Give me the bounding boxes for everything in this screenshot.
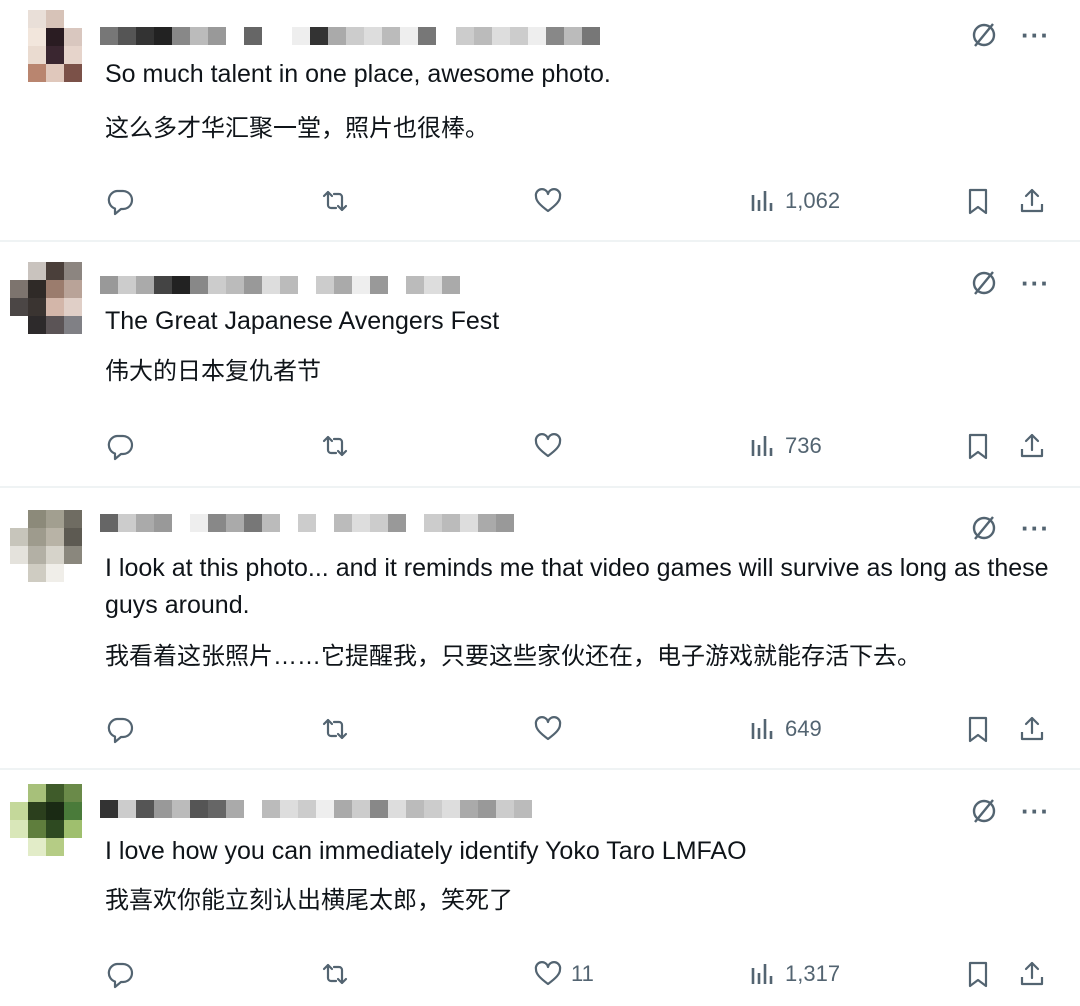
views-button[interactable]: 736 — [747, 426, 822, 466]
reply-button[interactable] — [105, 709, 135, 749]
post-top-controls: ··· — [969, 268, 1050, 298]
repost-icon — [320, 431, 350, 461]
post-text: So much talent in one place, awesome pho… — [105, 60, 611, 88]
reply-post[interactable]: ··· I look at this photo... and it remin… — [0, 488, 1080, 768]
like-button[interactable]: 11 — [533, 954, 594, 994]
heart-icon — [533, 714, 563, 744]
share-button[interactable] — [1017, 181, 1047, 221]
views-icon — [747, 714, 777, 744]
post-top-controls: ··· — [969, 20, 1050, 50]
repost-button[interactable] — [320, 709, 350, 749]
view-count: 1,062 — [785, 188, 841, 213]
heart-icon — [533, 959, 563, 989]
share-button[interactable] — [1017, 709, 1047, 749]
views-icon — [747, 431, 777, 461]
share-icon — [1017, 959, 1047, 989]
bookmark-button[interactable] — [963, 426, 993, 466]
share-icon — [1017, 431, 1047, 461]
views-button[interactable]: 1,062 — [747, 181, 840, 221]
blurred-username[interactable] — [100, 276, 460, 294]
bookmark-icon — [963, 714, 993, 744]
hide-reply-icon[interactable] — [969, 20, 999, 50]
share-button[interactable] — [1017, 426, 1047, 466]
repost-icon — [320, 959, 350, 989]
bookmark-icon — [963, 959, 993, 989]
views-icon — [747, 186, 777, 216]
like-count: 11 — [571, 961, 594, 986]
heart-icon — [533, 431, 563, 461]
reply-post[interactable]: ··· I love how you can immediately ident… — [0, 770, 1080, 1006]
reply-button[interactable] — [105, 954, 135, 994]
like-button[interactable] — [533, 709, 571, 749]
like-button[interactable] — [533, 181, 571, 221]
reply-post[interactable]: ··· The Great Japanese Avengers Fest 伟大的… — [0, 242, 1080, 486]
repost-icon — [320, 714, 350, 744]
blurred-username[interactable] — [100, 800, 532, 818]
hide-reply-icon[interactable] — [969, 268, 999, 298]
reply-icon — [105, 186, 135, 216]
blurred-username[interactable] — [100, 27, 600, 45]
blurred-username[interactable] — [100, 514, 514, 532]
reply-icon — [105, 714, 135, 744]
reply-button[interactable] — [105, 181, 135, 221]
bookmark-icon — [963, 431, 993, 461]
action-bar: 736 — [0, 426, 1080, 466]
bookmark-button[interactable] — [963, 709, 993, 749]
reply-icon — [105, 431, 135, 461]
avatar[interactable] — [10, 10, 82, 82]
more-icon[interactable]: ··· — [1021, 515, 1050, 541]
avatar[interactable] — [10, 262, 82, 334]
bookmark-icon — [963, 186, 993, 216]
post-translation: 我喜欢你能立刻认出横尾太郎，笑死了 — [105, 887, 513, 914]
heart-icon — [533, 186, 563, 216]
reply-button[interactable] — [105, 426, 135, 466]
share-icon — [1017, 714, 1047, 744]
action-bar: 11 1,317 — [0, 954, 1080, 994]
view-count: 1,317 — [785, 961, 841, 986]
post-top-controls: ··· — [969, 796, 1050, 826]
post-text: The Great Japanese Avengers Fest — [105, 307, 500, 335]
like-button[interactable] — [533, 426, 571, 466]
more-icon[interactable]: ··· — [1021, 22, 1050, 48]
more-icon[interactable]: ··· — [1021, 270, 1050, 296]
reply-icon — [105, 959, 135, 989]
action-bar: 649 — [0, 709, 1080, 749]
post-top-controls: ··· — [969, 513, 1050, 543]
share-button[interactable] — [1017, 954, 1047, 994]
bookmark-button[interactable] — [963, 181, 993, 221]
action-bar: 1,062 — [0, 181, 1080, 221]
reply-post[interactable]: ··· So much talent in one place, awesome… — [0, 0, 1080, 240]
post-text: I love how you can immediately identify … — [105, 837, 747, 865]
hide-reply-icon[interactable] — [969, 513, 999, 543]
repost-button[interactable] — [320, 426, 350, 466]
share-icon — [1017, 186, 1047, 216]
hide-reply-icon[interactable] — [969, 796, 999, 826]
view-count: 736 — [785, 433, 822, 458]
views-icon — [747, 959, 777, 989]
repost-button[interactable] — [320, 954, 350, 994]
post-translation: 这么多才华汇聚一堂，照片也很棒。 — [105, 115, 489, 142]
bookmark-button[interactable] — [963, 954, 993, 994]
avatar[interactable] — [10, 784, 82, 856]
repost-button[interactable] — [320, 181, 350, 221]
post-translation: 我看着这张照片……它提醒我，只要这些家伙还在，电子游戏就能存活下去。 — [105, 643, 921, 670]
view-count: 649 — [785, 716, 822, 741]
post-text: I look at this photo... and it reminds m… — [105, 554, 1049, 619]
views-button[interactable]: 649 — [747, 709, 822, 749]
post-translation: 伟大的日本复仇者节 — [105, 358, 321, 385]
repost-icon — [320, 186, 350, 216]
avatar[interactable] — [10, 510, 82, 582]
views-button[interactable]: 1,317 — [747, 954, 840, 994]
more-icon[interactable]: ··· — [1021, 798, 1050, 824]
